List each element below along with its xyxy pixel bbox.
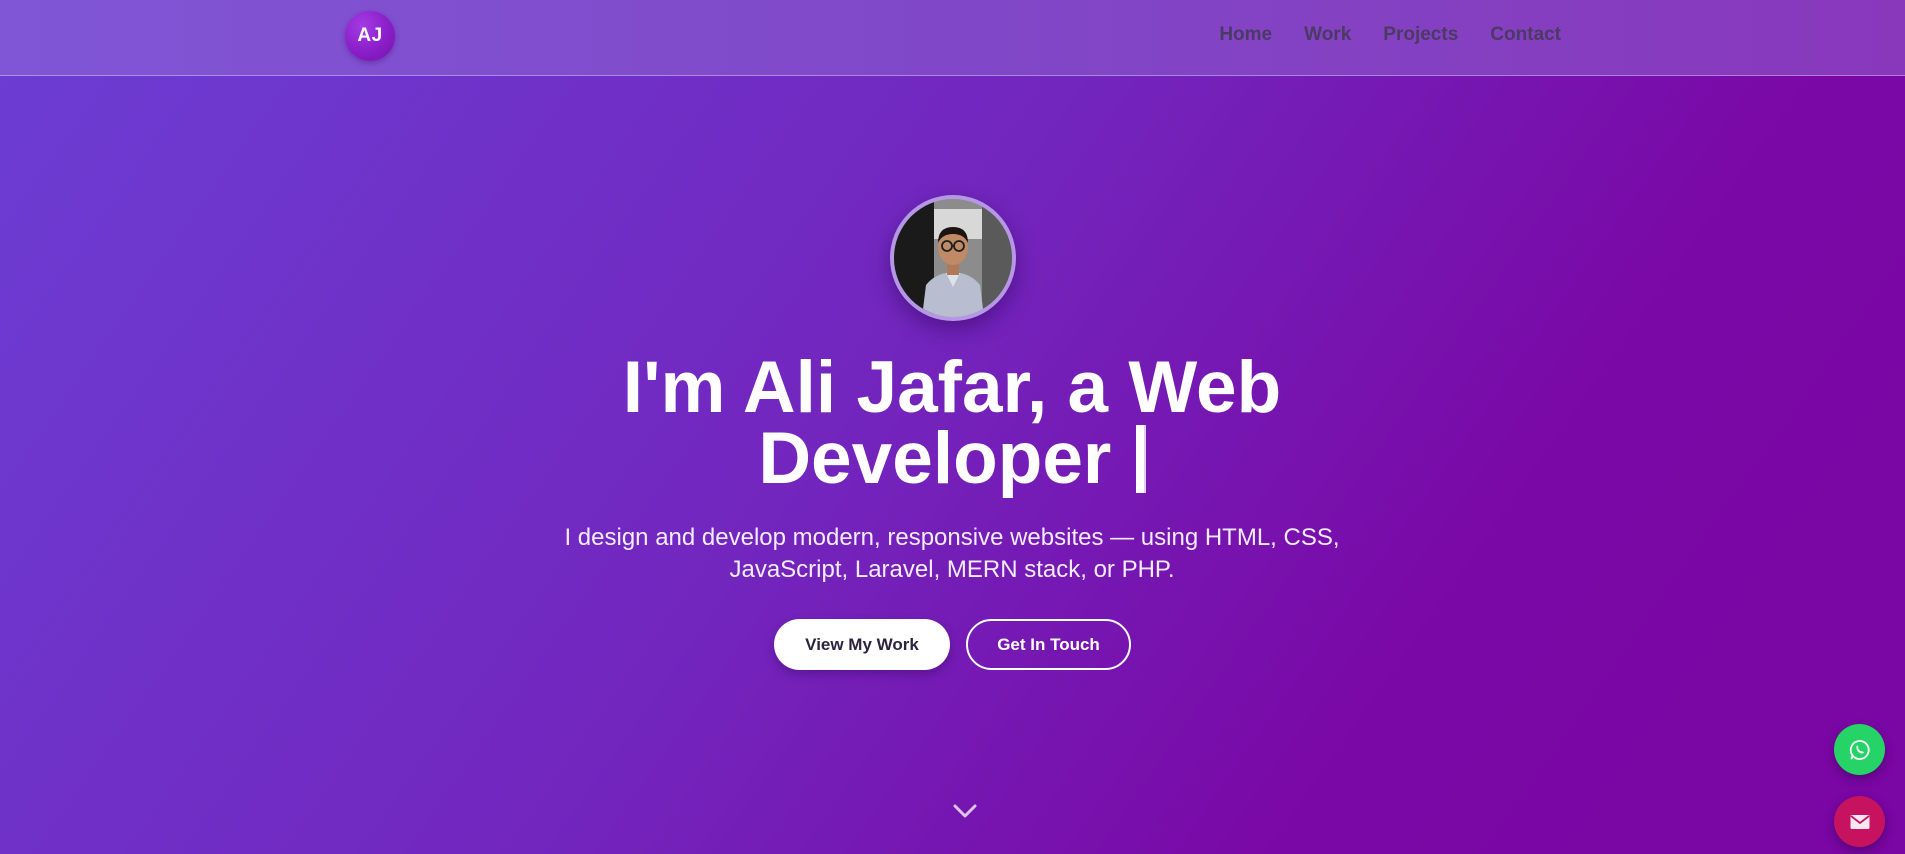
view-my-work-button[interactable]: View My Work — [774, 619, 950, 670]
navbar: AJ Home Work Projects Contact — [0, 0, 1905, 76]
mail-button[interactable] — [1834, 796, 1885, 847]
whatsapp-icon — [1849, 739, 1870, 760]
hero-headline: I'm Ali Jafar, a Web Developer — [452, 351, 1452, 495]
tagline-line-2: JavaScript, Laravel, MERN stack, or PHP. — [729, 556, 1175, 583]
tagline-line-1: I design and develop modern, responsive … — [564, 524, 1340, 551]
headline-line-2: Developer — [758, 418, 1112, 499]
nav-link-contact[interactable]: Contact — [1490, 24, 1561, 46]
headline-line-1: I'm Ali Jafar, a Web — [622, 347, 1282, 428]
nav-links: Home Work Projects Contact — [1219, 24, 1561, 46]
hero-tagline: I design and develop modern, responsive … — [502, 522, 1402, 586]
whatsapp-button[interactable] — [1834, 724, 1885, 775]
get-in-touch-button[interactable]: Get In Touch — [966, 619, 1131, 670]
profile-photo-icon — [894, 199, 1012, 317]
profile-avatar — [890, 195, 1016, 321]
logo-badge[interactable]: AJ — [345, 11, 395, 61]
typing-cursor — [1135, 425, 1146, 493]
scroll-down-chevron-down-icon[interactable] — [952, 801, 978, 821]
nav-link-projects[interactable]: Projects — [1383, 24, 1458, 46]
nav-link-work[interactable]: Work — [1304, 24, 1351, 46]
chevron-down-icon — [953, 804, 977, 818]
nav-link-home[interactable]: Home — [1219, 24, 1272, 46]
mail-icon — [1849, 814, 1870, 829]
